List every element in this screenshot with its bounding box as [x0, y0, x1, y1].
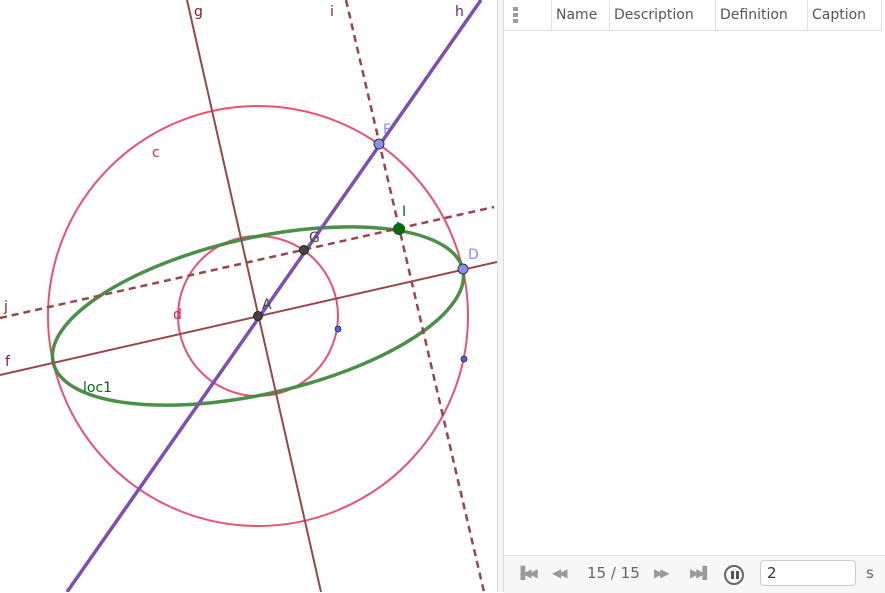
column-header-description[interactable]: Description	[610, 0, 716, 30]
label-D: D	[468, 247, 479, 263]
skip-start-icon: ▐◀◀	[516, 566, 538, 580]
skip-to-start-button[interactable]: ▐◀◀	[516, 566, 538, 580]
point-G[interactable]	[299, 245, 309, 255]
label-f: f	[5, 354, 11, 370]
more-vertical-icon	[513, 7, 518, 23]
construction-canvas[interactable]: g i h c F I G D j A d f loc1	[0, 0, 497, 592]
step-back-button[interactable]: ◀◀	[552, 566, 568, 580]
label-j: j	[3, 299, 8, 315]
line-g[interactable]	[186, 0, 322, 592]
line-h[interactable]	[65, 0, 483, 592]
label-G: G	[309, 230, 320, 246]
column-header-definition[interactable]: Definition	[716, 0, 808, 30]
label-i: i	[330, 4, 334, 20]
algebra-panel: Name Description Definition Caption ▐◀◀ …	[504, 0, 885, 593]
point-on-c[interactable]	[460, 355, 468, 363]
fast-forward-icon: ▶▶	[654, 566, 670, 580]
label-F: F	[383, 122, 391, 138]
step-counter: 15 / 15	[587, 564, 640, 582]
column-header-caption[interactable]: Caption	[808, 0, 882, 30]
skip-to-end-button[interactable]: ▶▶▌	[690, 566, 712, 580]
column-menu-button[interactable]	[504, 0, 552, 30]
line-i[interactable]	[344, 0, 486, 592]
speed-input[interactable]	[760, 560, 856, 586]
column-header-name[interactable]: Name	[552, 0, 610, 30]
point-I[interactable]	[393, 223, 405, 235]
graphics-view[interactable]: g i h c F I G D j A d f loc1	[0, 0, 497, 592]
pause-button[interactable]	[724, 565, 744, 585]
label-g: g	[194, 4, 203, 20]
construction-playbar: ▐◀◀ ◀◀ 15 / 15 ▶▶ ▶▶▌ s	[504, 555, 885, 593]
seconds-unit-label: s	[866, 564, 874, 582]
label-loc1: loc1	[83, 380, 112, 396]
line-j[interactable]	[0, 205, 495, 320]
step-forward-button[interactable]: ▶▶	[654, 566, 670, 580]
point-D[interactable]	[457, 263, 469, 275]
label-c: c	[152, 145, 160, 161]
line-f[interactable]	[0, 261, 497, 376]
label-h: h	[455, 4, 464, 20]
skip-end-icon: ▶▶▌	[690, 566, 712, 580]
table-header: Name Description Definition Caption	[504, 0, 882, 31]
label-A: A	[262, 297, 272, 313]
label-I: I	[402, 204, 406, 220]
rewind-icon: ◀◀	[552, 566, 568, 580]
label-d: d	[173, 307, 182, 323]
point-F[interactable]	[373, 138, 385, 150]
point-on-d[interactable]	[334, 325, 342, 333]
panel-divider[interactable]	[497, 0, 504, 592]
